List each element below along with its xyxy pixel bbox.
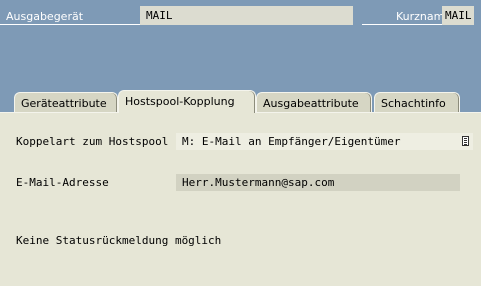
tab-hostspool-coupling[interactable]: Hostspool-Kopplung	[118, 90, 256, 113]
tab-panel: Koppelart zum Hostspool M: E-Mail an Emp…	[0, 112, 481, 286]
coupling-type-value: M: E-Mail an Empfänger/Eigentümer	[182, 135, 401, 148]
short-name-underline	[362, 24, 442, 25]
tab-tray-info[interactable]: Schachtinfo	[374, 92, 460, 112]
email-label: E-Mail-Adresse	[16, 176, 109, 189]
coupling-type-dropdown[interactable]: M: E-Mail an Empfänger/Eigentümer	[176, 133, 473, 150]
dropdown-list-icon[interactable]	[462, 136, 469, 146]
output-device-label: Ausgabegerät	[6, 10, 84, 23]
status-text: Keine Statusrückmeldung möglich	[16, 234, 222, 247]
email-field[interactable]: Herr.Mustermann@sap.com	[176, 174, 460, 191]
tab-output-attributes[interactable]: Ausgabeattribute	[256, 92, 372, 112]
short-name-field[interactable]: MAIL	[442, 6, 474, 25]
tab-device-attributes[interactable]: Geräteattribute	[14, 92, 118, 112]
header-underline	[0, 24, 140, 25]
coupling-type-label: Koppelart zum Hostspool	[16, 135, 169, 148]
output-device-field[interactable]: MAIL	[140, 6, 353, 25]
